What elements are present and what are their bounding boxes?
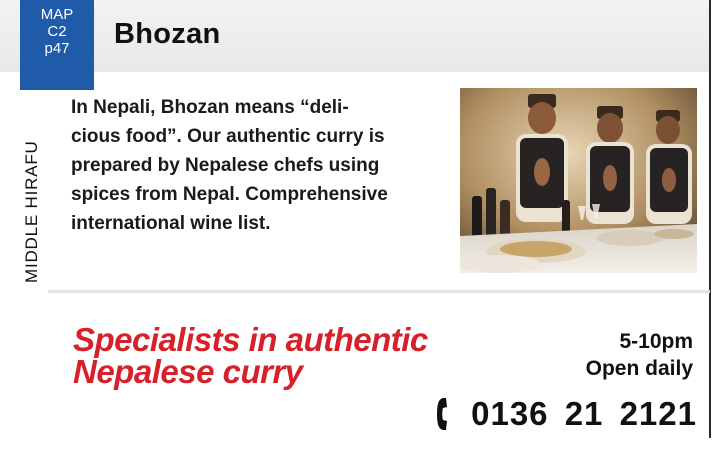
description: In Nepali, Bhozan means “deli- cious foo… [71, 93, 451, 238]
hours-days: Open daily [585, 357, 693, 380]
opening-hours: 5-10pm Open daily [586, 328, 693, 382]
description-line: spices from Nepal. Comprehensive [71, 184, 388, 205]
map-badge: MAP C2 p47 [20, 0, 94, 90]
description-line: cious food”. Our authentic curry is [71, 126, 385, 147]
section-divider [48, 290, 710, 293]
description-line: prepared by Nepalese chefs using [71, 155, 380, 176]
description-line: In Nepali, Bhozan means “deli- [71, 97, 349, 118]
area-label: MIDDLE HIRAFU [22, 140, 41, 283]
slogan: Specialists in authentic Nepalese curry [73, 321, 428, 390]
hours-time: 5-10pm [619, 330, 693, 353]
phone-number[interactable]: 0136 21 2121 [471, 395, 697, 433]
header-band [0, 0, 710, 72]
slogan-line: Specialists in authentic [73, 321, 428, 358]
slogan-line: Nepalese curry [73, 353, 303, 390]
phone-contact: 0136 21 2121 [435, 394, 697, 434]
phone-icon [437, 398, 448, 430]
map-page: p47 [44, 40, 70, 57]
map-grid: C2 [47, 23, 67, 40]
restaurant-title: Bhozan [114, 18, 221, 50]
description-line: international wine list. [71, 213, 271, 234]
map-label: MAP [40, 6, 74, 23]
restaurant-staff-photo [460, 88, 697, 273]
right-border-rule [709, 0, 711, 438]
